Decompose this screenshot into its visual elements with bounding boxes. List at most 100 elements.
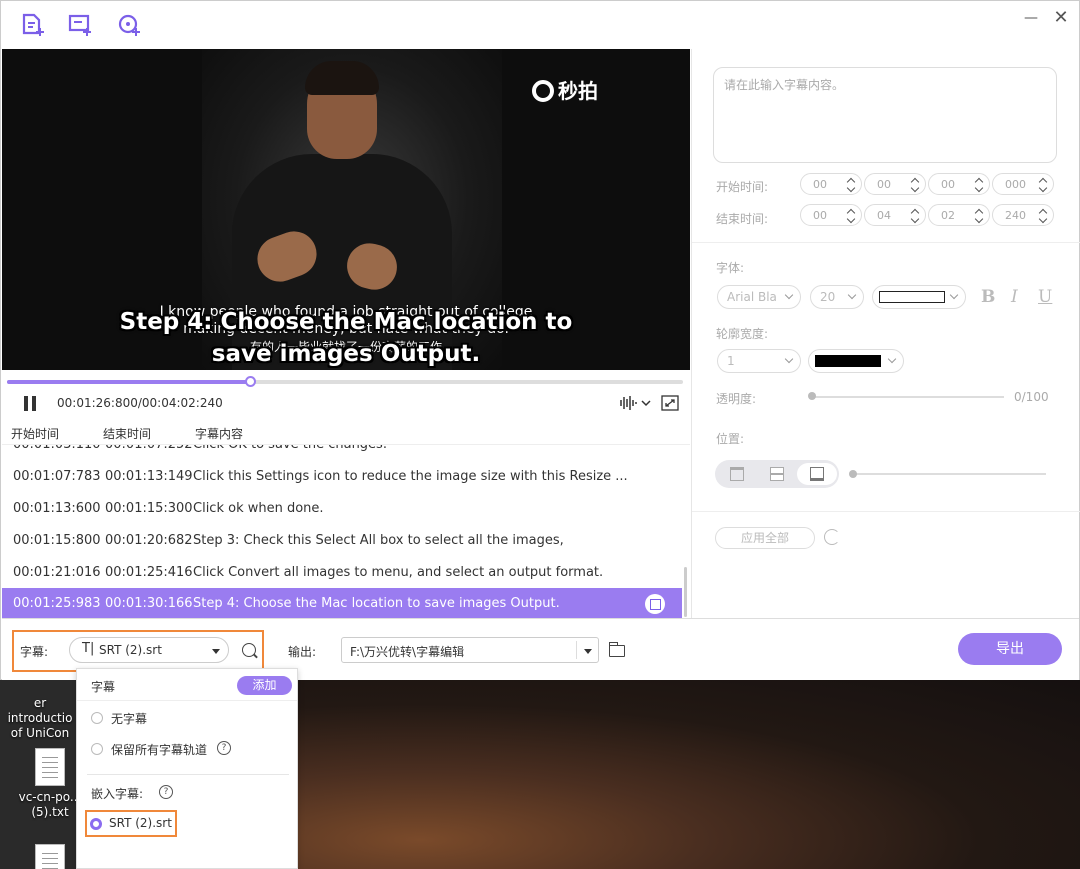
- section-divider: [692, 511, 1080, 512]
- subtitle-settings-panel: 请在此输入字幕内容。 开始时间: 00 00 00 000 结束时间: 00 0…: [691, 49, 1080, 619]
- add-screen-file-icon[interactable]: [68, 13, 94, 37]
- chevron-down-icon: [584, 649, 592, 654]
- opacity-label: 透明度:: [716, 392, 757, 406]
- no-subtitle-label[interactable]: 无字幕: [111, 710, 147, 727]
- progress-fill: [7, 380, 251, 384]
- chevron-down-icon: [212, 649, 220, 654]
- speaker-hair: [305, 61, 379, 95]
- subtitle-overlay-line-2: save images Output.: [211, 341, 481, 367]
- position-middle-button[interactable]: [757, 463, 797, 485]
- reset-icon[interactable]: [824, 529, 840, 545]
- row-end-time: 00:01:13:149: [105, 469, 193, 484]
- outline-color-select[interactable]: [808, 349, 904, 373]
- apply-all-button[interactable]: 应用全部: [715, 527, 815, 549]
- help-icon[interactable]: ?: [217, 741, 231, 755]
- embedded-file-radio[interactable]: [90, 818, 102, 830]
- opacity-slider-handle[interactable]: [808, 392, 816, 400]
- keep-all-tracks-radio[interactable]: [91, 743, 103, 755]
- position-label: 位置:: [716, 432, 745, 446]
- output-path-select[interactable]: F:\万兴优转\字幕编辑: [341, 637, 599, 663]
- row-text: Click this Settings icon to reduce the i…: [193, 469, 628, 484]
- subtitle-editor-window: — ✕ 秒拍 I know people who found a job str…: [0, 0, 1080, 680]
- audio-waveform-icon[interactable]: [616, 394, 652, 412]
- playback-progress-bar[interactable]: [7, 376, 683, 387]
- search-subtitle-icon[interactable]: [242, 643, 256, 657]
- add-disc-icon[interactable]: [117, 13, 143, 37]
- end-seconds-stepper[interactable]: 02: [928, 204, 990, 226]
- font-color-select[interactable]: [872, 285, 966, 309]
- dropdown-header: 字幕 添加: [77, 669, 297, 701]
- close-button[interactable]: ✕: [1051, 9, 1071, 27]
- outline-width-select[interactable]: 1: [717, 349, 801, 373]
- help-icon[interactable]: ?: [159, 785, 173, 799]
- table-row-selected[interactable]: 00:01:25:983 00:01:30:166 Step 4: Choose…: [2, 588, 682, 618]
- end-ms-stepper[interactable]: 240: [992, 204, 1054, 226]
- row-end-time: 00:01:15:300: [105, 501, 193, 516]
- font-color-swatch: [879, 291, 945, 303]
- list-scrollbar[interactable]: [684, 567, 687, 617]
- italic-button[interactable]: I: [1011, 287, 1018, 307]
- minimize-button[interactable]: —: [1021, 9, 1041, 27]
- font-label: 字体:: [716, 261, 745, 275]
- row-text: Click Convert all images to menu, and se…: [193, 565, 604, 580]
- keep-all-tracks-label[interactable]: 保留所有字幕轨道: [111, 741, 207, 758]
- table-row[interactable]: 00:01:07:783 00:01:13:149 Click this Set…: [2, 461, 682, 493]
- subtitle-track-select[interactable]: T| SRT (2).srt: [69, 637, 229, 663]
- position-slider-handle[interactable]: [849, 470, 857, 478]
- row-end-time: 00:01:25:416: [105, 565, 193, 580]
- font-family-select[interactable]: Arial Bla: [717, 285, 801, 309]
- end-minutes-stepper[interactable]: 04: [864, 204, 926, 226]
- opacity-slider[interactable]: [810, 396, 1004, 398]
- position-bottom-button[interactable]: [797, 463, 837, 485]
- position-slider[interactable]: [852, 473, 1046, 475]
- outline-width-label: 轮廓宽度:: [716, 327, 769, 341]
- table-row[interactable]: 00:01:15:800 00:01:20:682 Step 3: Check …: [2, 525, 682, 557]
- start-ms-stepper[interactable]: 000: [992, 173, 1054, 195]
- font-size-select[interactable]: 20: [810, 285, 864, 309]
- add-subtitle-button[interactable]: 添加: [237, 676, 292, 695]
- text-file-icon: [35, 844, 65, 869]
- row-start-time: 00:01:15:800: [13, 533, 101, 548]
- row-text: Step 4: Choose the Mac location to save …: [193, 596, 560, 611]
- embedded-file-label[interactable]: SRT (2).srt: [109, 816, 172, 830]
- edit-icon[interactable]: [645, 594, 665, 614]
- video-preview[interactable]: 秒拍 I know people who found a job straigh…: [2, 49, 690, 370]
- bold-button[interactable]: B: [981, 287, 995, 307]
- position-top-button[interactable]: [717, 463, 757, 485]
- progress-handle[interactable]: [245, 376, 257, 387]
- start-hours-stepper[interactable]: 00: [800, 173, 862, 195]
- folder-icon[interactable]: [608, 642, 625, 657]
- outline-color-swatch: [815, 355, 881, 367]
- end-hours-stepper[interactable]: 00: [800, 204, 862, 226]
- start-minutes-stepper[interactable]: 00: [864, 173, 926, 195]
- dropdown-divider: [87, 774, 289, 775]
- subtitle-label: 字幕:: [20, 645, 49, 659]
- desktop-file-icon[interactable]: er introductio of UniCon: [0, 696, 80, 741]
- watermark-logo-icon: [532, 80, 554, 102]
- row-end-time: 00:01:07:252: [105, 444, 193, 452]
- text-track-icon: T|: [82, 641, 95, 656]
- table-row[interactable]: 00:01:13:600 00:01:15:300 Click ok when …: [2, 493, 682, 525]
- fullscreen-icon[interactable]: [661, 395, 679, 411]
- add-file-icon[interactable]: [21, 13, 47, 37]
- table-row[interactable]: 00:01:21:016 00:01:25:416 Click Convert …: [2, 557, 682, 589]
- underline-button[interactable]: U: [1038, 287, 1052, 307]
- row-text: Step 3: Check this Select All box to sel…: [193, 533, 564, 548]
- subtitle-track-value: SRT (2).srt: [99, 643, 162, 657]
- export-button[interactable]: 导出: [958, 633, 1062, 665]
- pause-icon[interactable]: [23, 396, 37, 411]
- table-row[interactable]: 00:01:03:110 00:01:07:252 Click OK to sa…: [2, 444, 682, 461]
- video-watermark: 秒拍: [532, 75, 598, 104]
- row-text: Click ok when done.: [193, 501, 324, 516]
- timecode: 00:01:26:800/00:04:02:240: [57, 396, 223, 410]
- dropdown-divider: [576, 641, 577, 659]
- opacity-value: 0/100: [1014, 390, 1049, 404]
- subtitle-list[interactable]: 00:01:03:110 00:01:07:252 Click OK to sa…: [2, 444, 690, 618]
- subtitle-text-input[interactable]: 请在此输入字幕内容。: [713, 67, 1057, 163]
- no-subtitle-radio[interactable]: [91, 712, 103, 724]
- row-start-time: 00:01:25:983: [13, 596, 101, 611]
- start-seconds-stepper[interactable]: 00: [928, 173, 990, 195]
- position-selector: [715, 460, 839, 488]
- row-start-time: 00:01:13:600: [13, 501, 101, 516]
- subtitle-overlay-line-1: Step 4: Choose the Mac location to: [119, 309, 573, 335]
